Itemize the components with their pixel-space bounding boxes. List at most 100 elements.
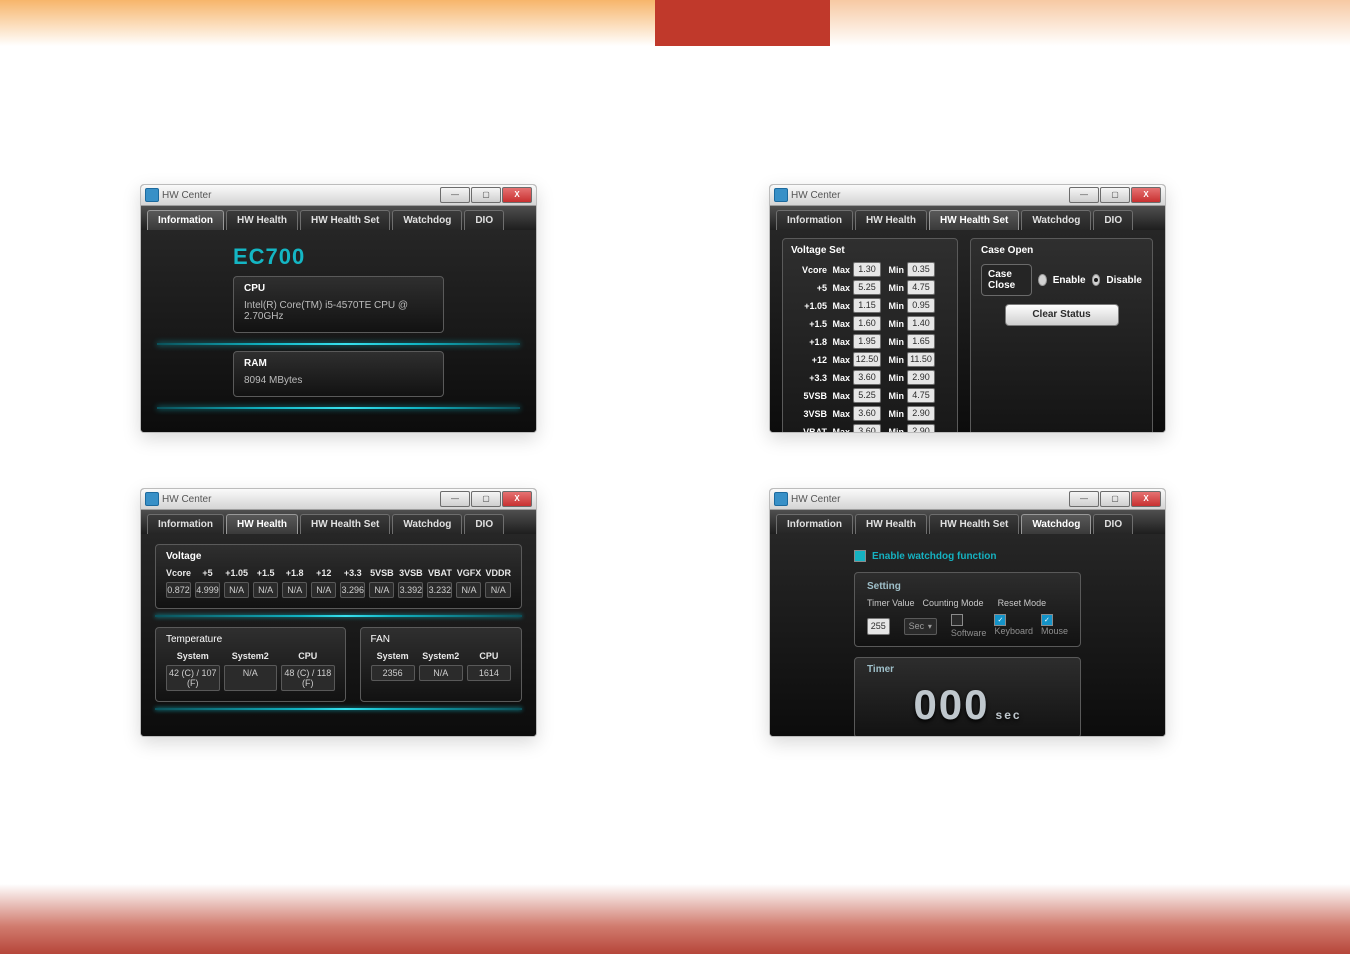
- voltage-value: N/A: [456, 582, 481, 598]
- enable-watchdog-label: Enable watchdog function: [872, 551, 996, 562]
- reset-mode-option[interactable]: Mouse: [1041, 614, 1068, 638]
- tab-watchdog[interactable]: Watchdog: [392, 210, 462, 230]
- vset-max-input[interactable]: 3.60: [853, 370, 881, 385]
- tab-hw-health-set[interactable]: HW Health Set: [300, 514, 390, 534]
- vset-max-input[interactable]: 1.15: [853, 298, 881, 313]
- reset-mode-checkbox[interactable]: [994, 614, 1006, 626]
- timer-value-label: Timer Value: [867, 598, 915, 608]
- tab-watchdog[interactable]: Watchdog: [1021, 514, 1091, 534]
- vset-max-input[interactable]: 1.30: [853, 262, 881, 277]
- tab-dio[interactable]: DIO: [464, 514, 504, 534]
- vset-min-input[interactable]: 1.65: [907, 334, 935, 349]
- temp-col-header: System2: [224, 651, 278, 661]
- enable-watchdog-checkbox[interactable]: [854, 550, 866, 562]
- vset-max-input[interactable]: 5.25: [853, 280, 881, 295]
- tab-dio[interactable]: DIO: [1093, 210, 1133, 230]
- vset-max-input[interactable]: 5.25: [853, 388, 881, 403]
- vset-max-input[interactable]: 3.60: [853, 406, 881, 421]
- maximize-button[interactable]: ▢: [471, 187, 501, 203]
- voltage-col-header: +5: [195, 568, 220, 578]
- timer-panel: Timer 000sec: [854, 657, 1081, 737]
- case-disable-radio[interactable]: [1092, 274, 1101, 286]
- vset-min-input[interactable]: 4.75: [907, 388, 935, 403]
- tab-hw-health-set[interactable]: HW Health Set: [929, 210, 1019, 230]
- setting-title: Setting: [867, 581, 1068, 592]
- close-button[interactable]: X: [502, 187, 532, 203]
- vset-min-input[interactable]: 2.90: [907, 370, 935, 385]
- minimize-button[interactable]: —: [1069, 491, 1099, 507]
- tab-hw-health[interactable]: HW Health: [855, 514, 927, 534]
- fan-panel: FAN SystemSystem2CPU2356N/A1614: [360, 627, 522, 702]
- tab-watchdog[interactable]: Watchdog: [1021, 210, 1091, 230]
- voltage-col-header: 3VSB: [398, 568, 423, 578]
- vset-min-input[interactable]: 1.40: [907, 316, 935, 331]
- voltage-value: N/A: [311, 582, 336, 598]
- vset-max-input[interactable]: 3.60: [853, 424, 881, 433]
- voltage-title: Voltage: [166, 551, 511, 562]
- vset-rail-name: 5VSB: [791, 391, 827, 401]
- tab-information[interactable]: Information: [776, 210, 853, 230]
- vset-rail-name: +3.3: [791, 373, 827, 383]
- voltage-value: N/A: [253, 582, 278, 598]
- minimize-button[interactable]: —: [1069, 187, 1099, 203]
- close-button[interactable]: X: [1131, 491, 1161, 507]
- vset-max-label: Max: [830, 355, 850, 365]
- maximize-button[interactable]: ▢: [1100, 491, 1130, 507]
- counting-mode-select[interactable]: Sec: [904, 618, 937, 635]
- voltage-value: N/A: [282, 582, 307, 598]
- vset-max-input[interactable]: 1.60: [853, 316, 881, 331]
- vset-min-input[interactable]: 0.35: [907, 262, 935, 277]
- tab-hw-health[interactable]: HW Health: [226, 514, 298, 534]
- ram-panel-title: RAM: [244, 358, 433, 369]
- tab-dio[interactable]: DIO: [1093, 514, 1133, 534]
- window-title: HW Center: [791, 190, 840, 201]
- vset-rail-name: +5: [791, 283, 827, 293]
- tab-information[interactable]: Information: [776, 514, 853, 534]
- vset-min-input[interactable]: 11.50: [907, 352, 935, 367]
- case-enable-radio[interactable]: [1038, 274, 1047, 286]
- vset-max-input[interactable]: 1.95: [853, 334, 881, 349]
- close-button[interactable]: X: [1131, 187, 1161, 203]
- close-button[interactable]: X: [502, 491, 532, 507]
- watchdog-settings-panel: Setting Timer Value Counting Mode Reset …: [854, 572, 1081, 647]
- window-title: HW Center: [162, 494, 211, 505]
- tab-hw-health-set[interactable]: HW Health Set: [929, 514, 1019, 534]
- minimize-button[interactable]: —: [440, 187, 470, 203]
- ram-value: 8094 MBytes: [244, 375, 433, 386]
- tab-hw-health-set[interactable]: HW Health Set: [300, 210, 390, 230]
- tab-hw-health[interactable]: HW Health: [855, 210, 927, 230]
- voltage-value: N/A: [369, 582, 394, 598]
- voltage-value: 3.392: [398, 582, 423, 598]
- voltage-set-row: +12Max12.50Min11.50: [791, 352, 949, 367]
- vset-min-input[interactable]: 4.75: [907, 280, 935, 295]
- maximize-button[interactable]: ▢: [1100, 187, 1130, 203]
- vset-min-label: Min: [884, 337, 904, 347]
- timer-value-input[interactable]: 255: [867, 618, 890, 635]
- vset-min-label: Min: [884, 319, 904, 329]
- reset-mode-checkbox[interactable]: [951, 614, 963, 626]
- voltage-col-header: VDDR: [485, 568, 511, 578]
- vset-min-input[interactable]: 2.90: [907, 424, 935, 433]
- voltage-value: 4.999: [195, 582, 220, 598]
- reset-mode-option[interactable]: Keyboard: [994, 614, 1033, 638]
- vset-max-label: Max: [830, 283, 850, 293]
- voltage-set-title: Voltage Set: [791, 245, 949, 256]
- clear-status-button[interactable]: Clear Status: [1005, 304, 1119, 326]
- reset-mode-checkbox[interactable]: [1041, 614, 1053, 626]
- vset-min-input[interactable]: 2.90: [907, 406, 935, 421]
- maximize-button[interactable]: ▢: [471, 491, 501, 507]
- vset-min-input[interactable]: 0.95: [907, 298, 935, 313]
- voltage-set-row: 5VSBMax5.25Min4.75: [791, 388, 949, 403]
- voltage-set-row: +5Max5.25Min4.75: [791, 280, 949, 295]
- temp-value: 42 (C) / 107 (F): [166, 665, 220, 691]
- tab-information[interactable]: Information: [147, 210, 224, 230]
- tab-watchdog[interactable]: Watchdog: [392, 514, 462, 534]
- voltage-set-row: 3VSBMax3.60Min2.90: [791, 406, 949, 421]
- tab-information[interactable]: Information: [147, 514, 224, 534]
- minimize-button[interactable]: —: [440, 491, 470, 507]
- vset-min-label: Min: [884, 373, 904, 383]
- tab-dio[interactable]: DIO: [464, 210, 504, 230]
- tab-hw-health[interactable]: HW Health: [226, 210, 298, 230]
- reset-mode-option[interactable]: Software: [951, 614, 987, 638]
- vset-max-input[interactable]: 12.50: [853, 352, 881, 367]
